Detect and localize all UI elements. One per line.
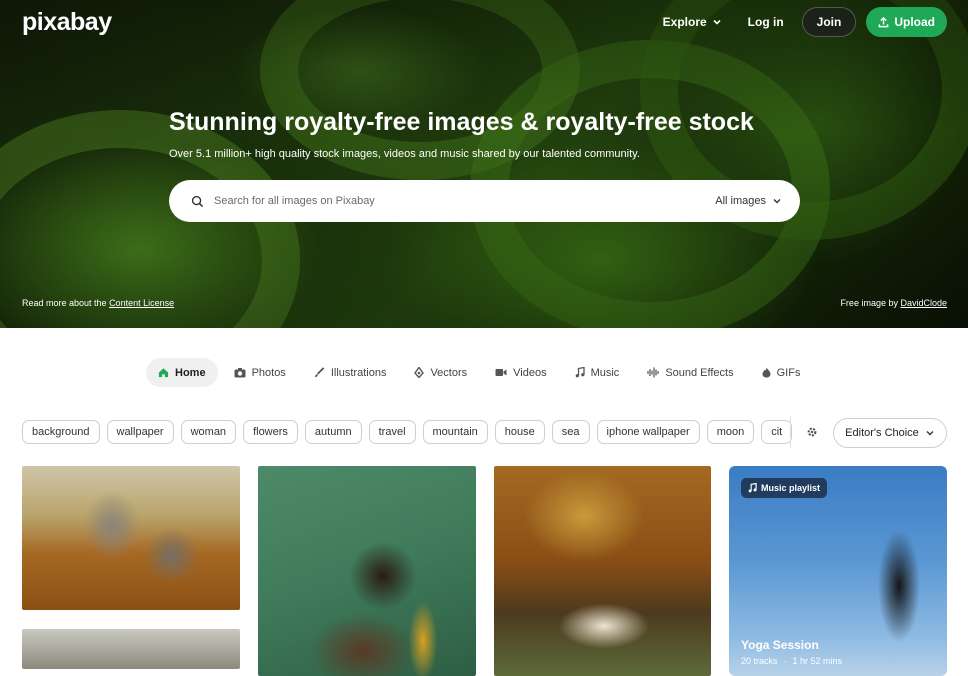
tab-label: Sound Effects [665, 366, 734, 379]
login-link[interactable]: Log in [740, 15, 792, 29]
upload-icon [878, 16, 889, 28]
tab-label: Illustrations [330, 366, 387, 379]
brush-icon [314, 367, 325, 378]
editors-choice-dropdown[interactable]: Editor's Choice [833, 418, 947, 448]
tab-label: Home [175, 366, 206, 379]
hero-banner: pixabay Explore Log in Join Upload Stunn… [0, 0, 968, 328]
chevron-down-icon [772, 196, 782, 206]
playlist-badge-label: Music playlist [761, 483, 821, 493]
tab-sound-effects[interactable]: Sound Effects [635, 358, 745, 387]
tag-chip[interactable]: wallpaper [106, 420, 174, 444]
hero-subtitle: Over 5.1 million+ high quality stock ima… [169, 148, 640, 160]
chevron-down-icon [712, 17, 722, 27]
tab-label: Music [590, 366, 620, 379]
search-type-select[interactable]: All images [715, 195, 782, 207]
home-icon [158, 367, 169, 378]
tag-chip[interactable]: cit [761, 420, 792, 444]
tab-vectors[interactable]: Vectors [402, 358, 479, 387]
image-card[interactable] [22, 466, 240, 610]
tag-list: background wallpaper woman flowers autum… [22, 420, 792, 444]
tab-label: Videos [513, 366, 547, 379]
playlist-title: Yoga Session [741, 638, 819, 652]
search-type-label: All images [715, 195, 766, 207]
waveform-icon [647, 367, 659, 378]
search-bar[interactable]: Search for all images on Pixabay All ima… [169, 180, 800, 222]
upload-button[interactable]: Upload [866, 7, 947, 37]
license-note: Read more about the Content License [22, 298, 174, 308]
tab-label: GIFs [776, 366, 801, 379]
tag-chip[interactable]: flowers [243, 420, 298, 444]
tag-chip[interactable]: woman [180, 420, 237, 444]
top-nav: Explore Log in Join Upload [655, 7, 947, 37]
content-license-link[interactable]: Content License [109, 298, 174, 308]
search-icon [191, 195, 204, 208]
image-card[interactable] [494, 466, 711, 676]
tab-music[interactable]: Music [563, 358, 632, 387]
tab-illustrations[interactable]: Illustrations [302, 358, 399, 387]
music-icon [575, 367, 585, 378]
image-card[interactable] [258, 466, 476, 676]
search-input[interactable]: Search for all images on Pixabay [214, 195, 715, 207]
tag-chip[interactable]: sea [551, 420, 590, 444]
explore-menu[interactable]: Explore [655, 15, 730, 29]
vector-icon [414, 367, 425, 378]
tab-gifs[interactable]: GIFs [750, 358, 813, 387]
pixabay-logo[interactable]: pixabay [22, 8, 112, 37]
playlist-badge: Music playlist [741, 478, 828, 498]
video-icon [495, 368, 507, 377]
gif-icon [762, 367, 771, 378]
chevron-down-icon [925, 428, 935, 438]
upload-label: Upload [894, 15, 935, 29]
camera-icon [234, 367, 246, 378]
join-button[interactable]: Join [801, 7, 857, 37]
tag-chip[interactable]: house [494, 420, 545, 444]
music-playlist-card[interactable]: Music playlist Yoga Session 20 tracks · … [729, 466, 947, 676]
gear-icon[interactable] [805, 425, 819, 439]
author-link[interactable]: DavidClode [900, 298, 947, 308]
license-prefix: Read more about the [22, 298, 110, 308]
tab-label: Vectors [430, 366, 468, 379]
tab-videos[interactable]: Videos [483, 358, 558, 387]
media-type-tabs: Home Photos Illustrations Vectors Videos… [146, 358, 812, 387]
hero-title: Stunning royalty-free images & royalty-f… [169, 108, 754, 136]
explore-label: Explore [662, 15, 707, 29]
tag-chip[interactable]: autumn [304, 420, 362, 444]
tag-chip[interactable]: background [22, 420, 100, 444]
tag-chip[interactable]: travel [368, 420, 416, 444]
tag-chip[interactable]: moon [706, 420, 755, 444]
image-card[interactable] [22, 629, 240, 669]
tab-photos[interactable]: Photos [222, 358, 298, 387]
tag-chip[interactable]: mountain [422, 420, 488, 444]
music-icon [748, 483, 757, 493]
editors-choice-label: Editor's Choice [845, 427, 919, 439]
image-credit: Free image by DavidClode [840, 298, 947, 308]
tag-chip[interactable]: iphone wallpaper [596, 420, 700, 444]
tab-home[interactable]: Home [146, 358, 218, 387]
tab-label: Photos [251, 366, 286, 379]
tags-divider [790, 416, 791, 448]
credit-prefix: Free image by [840, 298, 901, 308]
